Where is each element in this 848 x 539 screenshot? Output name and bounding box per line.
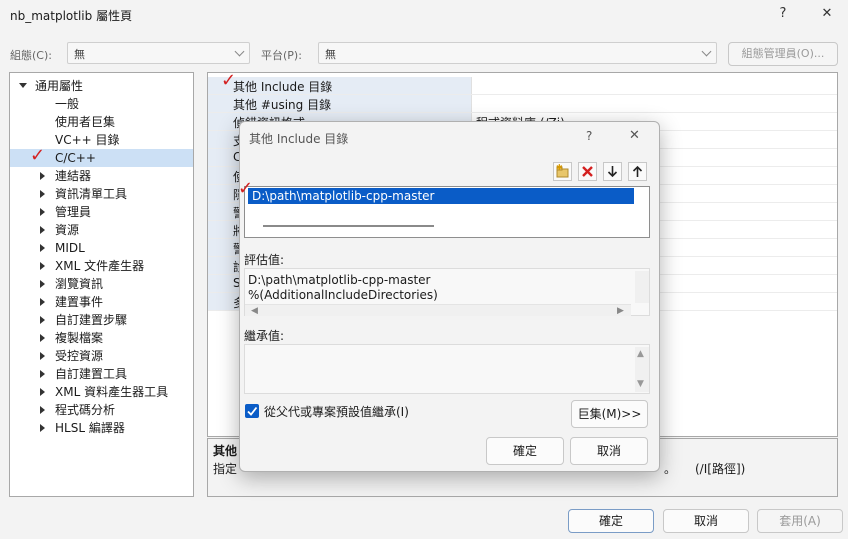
tree-root[interactable]: 通用屬性 xyxy=(10,77,193,95)
close-button[interactable]: ✕ xyxy=(817,4,837,24)
tree-item-midl[interactable]: MIDL xyxy=(10,239,193,257)
horizontal-scrollbar[interactable] xyxy=(263,225,434,227)
chevron-down-icon xyxy=(234,46,245,57)
chevron-down-icon xyxy=(701,46,712,57)
expand-right-icon xyxy=(40,244,45,252)
platform-value: 無 xyxy=(325,48,336,61)
tree-item-c-cpp[interactable]: C/C++ ✓ xyxy=(10,145,193,167)
tree-item-code-analysis[interactable]: 程式碼分析 xyxy=(10,401,193,419)
evaluated-value-box: D:\path\matplotlib-cpp-master %(Addition… xyxy=(244,268,650,316)
evaluated-line: %(AdditionalIncludeDirectories) xyxy=(248,288,438,302)
red-check-mark: ✓ xyxy=(30,145,46,166)
tree-item-linker[interactable]: 連結器 xyxy=(10,167,193,185)
tree-item-browse-info[interactable]: 瀏覽資訊 xyxy=(10,275,193,293)
expand-right-icon xyxy=(40,226,45,234)
inherit-checkbox[interactable]: 從父代或專案預設值繼承(I) xyxy=(245,403,485,419)
tree-item-custom-build-step[interactable]: 自訂建置步驟 xyxy=(10,311,193,329)
grid-row[interactable]: 其他 Include 目錄 ✓ xyxy=(208,72,837,95)
red-check-mark: ✓ xyxy=(221,70,237,91)
expand-right-icon xyxy=(40,190,45,198)
expand-right-icon xyxy=(40,388,45,396)
tree-item-managed-resources[interactable]: 受控資源 xyxy=(10,347,193,365)
delete-button[interactable] xyxy=(578,162,597,181)
expand-right-icon xyxy=(40,298,45,306)
new-folder-icon: ✱ xyxy=(556,163,569,178)
config-manager-button[interactable]: 組態管理員(O)... xyxy=(728,42,838,66)
inherited-value-box: ▲ ▼ xyxy=(244,344,650,394)
tree-item-user-macros[interactable]: 使用者巨集 xyxy=(10,113,193,131)
platform-combo[interactable]: 無 xyxy=(318,42,717,64)
grid-row[interactable]: 其他 #using 目錄 xyxy=(208,95,837,113)
include-directories-dialog: 其他 Include 目錄 ? ✕ ✱ D:\path\matplotlib-c… xyxy=(238,121,660,472)
description-text: 指定 xyxy=(213,462,238,476)
dialog-close-button[interactable]: ✕ xyxy=(629,128,640,143)
expand-right-icon xyxy=(40,172,45,180)
apply-button[interactable]: 套用(A) xyxy=(757,509,843,533)
vertical-scrollbar[interactable]: ▲ ▼ xyxy=(635,347,649,392)
config-value: 無 xyxy=(74,48,85,61)
checkbox-checked-icon xyxy=(245,404,259,418)
dialog-help-button[interactable]: ? xyxy=(586,129,592,143)
evaluated-label: 評估值: xyxy=(244,253,285,267)
tree-item-xml-doc[interactable]: XML 文件產生器 xyxy=(10,257,193,275)
list-item[interactable]: D:\path\matplotlib-cpp-master xyxy=(248,188,634,204)
tree-item-resources[interactable]: 資源 xyxy=(10,221,193,239)
horizontal-scrollbar[interactable]: ◀ ▶ xyxy=(245,304,631,316)
tree-item-xml-data-generator[interactable]: XML 資料產生器工具 xyxy=(10,383,193,401)
red-check-mark: ✓ xyxy=(238,178,254,199)
tree-item-manifest-tool[interactable]: 資訊清單工具 xyxy=(10,185,193,203)
expand-right-icon xyxy=(40,280,45,288)
tree-item-custom-build-tool[interactable]: 自訂建置工具 xyxy=(10,365,193,383)
scroll-down-icon[interactable]: ▼ xyxy=(637,379,644,389)
vertical-scrollbar[interactable] xyxy=(635,271,649,303)
dialog-cancel-button[interactable]: 取消 xyxy=(570,437,648,465)
scroll-up-icon[interactable]: ▲ xyxy=(637,349,644,359)
scroll-left-icon[interactable]: ◀ xyxy=(251,306,258,316)
arrow-up-icon xyxy=(632,165,643,177)
inherited-label: 繼承值: xyxy=(244,329,285,343)
tree-item-build-events[interactable]: 建置事件 xyxy=(10,293,193,311)
scroll-right-icon[interactable]: ▶ xyxy=(617,306,624,316)
expand-right-icon xyxy=(40,316,45,324)
description-title: 其他 xyxy=(213,444,238,458)
tree-item-copy-files[interactable]: 複製檔案 xyxy=(10,329,193,347)
dialog-ok-button[interactable]: 確定 xyxy=(486,437,564,465)
tree-item-manager[interactable]: 管理員 xyxy=(10,203,193,221)
new-line-button[interactable]: ✱ xyxy=(553,162,572,181)
move-down-button[interactable] xyxy=(603,162,622,181)
tree-item-general[interactable]: 一般 xyxy=(10,95,193,113)
expand-right-icon xyxy=(40,406,45,414)
config-combo[interactable]: 無 xyxy=(67,42,250,64)
help-button[interactable]: ? xyxy=(773,4,793,24)
property-tree[interactable]: 通用屬性 一般 使用者巨集 VC++ 目錄 C/C++ ✓ 連結器 資訊清單工具… xyxy=(9,72,194,497)
expand-right-icon xyxy=(40,334,45,342)
expand-right-icon xyxy=(40,424,45,432)
svg-text:✱: ✱ xyxy=(556,163,563,172)
expand-right-icon xyxy=(40,262,45,270)
move-up-button[interactable] xyxy=(628,162,647,181)
description-switch: (/I[路徑]) xyxy=(695,462,746,476)
directory-list[interactable]: D:\path\matplotlib-cpp-master ✓ xyxy=(238,180,650,238)
macros-button[interactable]: 巨集(M)>> xyxy=(571,400,648,428)
evaluated-line: D:\path\matplotlib-cpp-master xyxy=(248,273,431,287)
tree-item-hlsl-compiler[interactable]: HLSL 編譯器 xyxy=(10,419,193,437)
config-label: 組態(C): xyxy=(10,49,52,62)
dialog-title: 其他 Include 目錄 xyxy=(249,132,349,146)
ok-button[interactable]: 確定 xyxy=(568,509,654,533)
description-text-end: 。 xyxy=(664,462,677,476)
expand-right-icon xyxy=(40,352,45,360)
expand-down-icon xyxy=(19,83,27,88)
platform-label: 平台(P): xyxy=(261,49,302,62)
delete-x-icon xyxy=(582,166,593,177)
inherit-checkbox-label: 從父代或專案預設值繼承(I) xyxy=(264,405,409,419)
window-title: nb_matplotlib 屬性頁 xyxy=(10,9,133,23)
cancel-button[interactable]: 取消 xyxy=(663,509,749,533)
arrow-down-icon xyxy=(607,166,618,178)
expand-right-icon xyxy=(40,208,45,216)
expand-right-icon xyxy=(40,370,45,378)
